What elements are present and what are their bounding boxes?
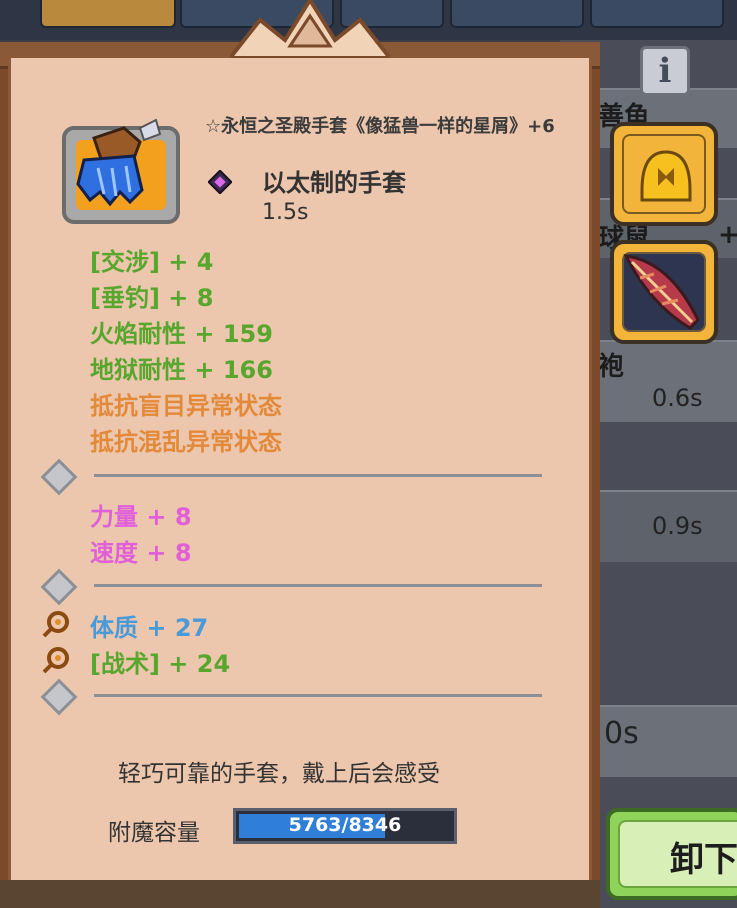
- inventory-item-time: 0s: [604, 716, 639, 751]
- stat-line: 地狱耐性 + 166: [90, 356, 273, 384]
- tab-active[interactable]: [40, 0, 176, 28]
- stat-line: 速度 + 8: [90, 539, 192, 567]
- inventory-item-time: 0.6s: [652, 384, 703, 412]
- panel-crown-ornament: [230, 0, 390, 60]
- rune-sigil-icon: [42, 611, 69, 638]
- item-name: ☆永恒之圣殿手套《像猛兽一样的星屑》+6: [205, 116, 555, 137]
- stat-line: [垂钓] + 8: [90, 284, 214, 312]
- inventory-item-name: 袍: [598, 352, 625, 382]
- unequip-button[interactable]: 卸下: [606, 808, 737, 900]
- info-icon: i: [658, 51, 672, 91]
- section-divider: [94, 694, 542, 697]
- equipment-slot-helmet[interactable]: [610, 122, 718, 226]
- info-button[interactable]: i: [640, 46, 690, 96]
- stat-line: 体质 + 27: [90, 614, 209, 642]
- purple-gem-icon: [208, 170, 232, 194]
- equipment-slot-accessory[interactable]: [610, 240, 718, 344]
- red-feather-icon: [623, 254, 700, 330]
- golden-helmet-icon: [640, 150, 692, 202]
- rune-sigil-icon: [42, 647, 69, 674]
- section-divider: [94, 474, 542, 477]
- inventory-item-time: 0.9s: [652, 512, 703, 540]
- section-divider: [94, 584, 542, 587]
- blue-glove-icon: [76, 118, 162, 207]
- item-icon-slot: [62, 118, 180, 224]
- plus-sign: +: [718, 220, 737, 250]
- enchant-capacity-label: 附魔容量: [108, 820, 200, 846]
- unequip-button-label: 卸下: [670, 840, 737, 880]
- enchant-capacity-value: 5763/8346: [288, 814, 402, 836]
- item-description: 轻巧可靠的手套，戴上后会感受: [118, 761, 440, 787]
- stat-line: 力量 + 8: [90, 503, 192, 531]
- item-type: 以太制的手套: [262, 169, 406, 197]
- enchant-capacity-bar: 5763/8346: [233, 808, 457, 844]
- stat-line: 火焰耐性 + 159: [90, 320, 273, 348]
- stat-line: 抵抗混乱异常状态: [90, 428, 282, 456]
- stat-line: [战术] + 24: [90, 650, 231, 678]
- tab[interactable]: [450, 0, 584, 28]
- stat-line: [交涉] + 4: [90, 248, 214, 276]
- tab[interactable]: [590, 0, 724, 28]
- panel-bottom-trim: [0, 880, 600, 908]
- item-speed: 1.5s: [262, 200, 309, 225]
- stat-line: 抵抗盲目异常状态: [90, 392, 282, 420]
